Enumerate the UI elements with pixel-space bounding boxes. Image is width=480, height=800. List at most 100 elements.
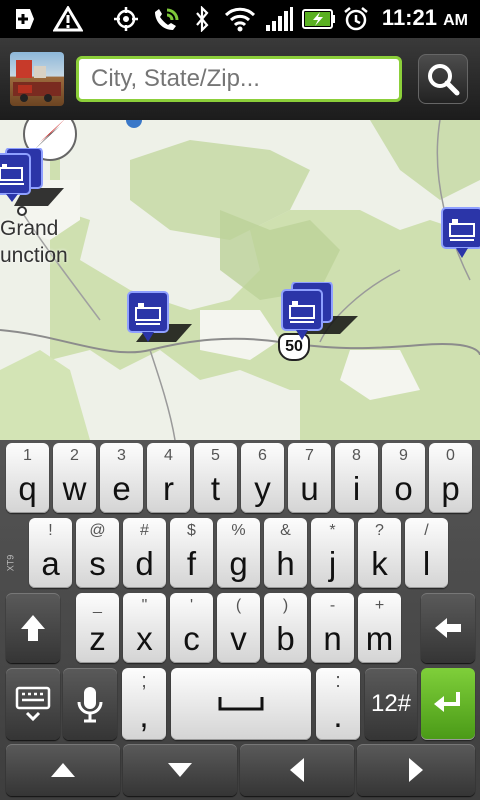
microphone-icon (77, 687, 103, 723)
key-f[interactable]: $ f (170, 518, 213, 588)
key-x[interactable]: " x (123, 593, 166, 663)
key-secondary-label: ! (48, 522, 53, 539)
key-secondary-label: ? (375, 522, 384, 539)
add-notification-icon (10, 6, 38, 32)
space-bar-icon (218, 697, 264, 711)
key-a[interactable]: ! a (29, 518, 72, 588)
key-s[interactable]: @ s (76, 518, 119, 588)
key-v[interactable]: (v (217, 593, 260, 663)
city-label-line2: unction (0, 244, 68, 267)
arrow-down-key[interactable] (123, 744, 237, 796)
key-i[interactable]: 8i (335, 443, 378, 513)
key-b[interactable]: ) b (264, 593, 307, 663)
arrow-up-key[interactable] (6, 744, 120, 796)
search-input[interactable] (76, 56, 402, 102)
map-view[interactable]: Grand unction 50 (0, 120, 480, 440)
app-logo[interactable] (10, 52, 64, 106)
gps-icon (112, 6, 140, 32)
key-primary-label: b (276, 620, 295, 657)
symbols-key[interactable]: 12# (365, 668, 417, 740)
backspace-key[interactable] (421, 593, 475, 663)
enter-icon (434, 692, 460, 712)
arrow-left-key[interactable] (240, 744, 354, 796)
key-c[interactable]: ' c (170, 593, 213, 663)
key-secondary-label: 8 (352, 447, 361, 464)
key-primary-label: p (441, 470, 460, 507)
comma-key[interactable]: ; , (122, 668, 166, 740)
key-primary-label: a (41, 545, 60, 582)
key-primary-label: t (210, 470, 221, 507)
voice-input-key[interactable] (63, 668, 117, 740)
key-secondary-label: 4 (164, 447, 173, 464)
key-secondary-label: + (374, 597, 385, 614)
key-primary-label: n (323, 620, 342, 657)
key-secondary-label: 6 (258, 447, 267, 464)
key-primary-label: s (89, 545, 106, 582)
key-n[interactable]: -n (311, 593, 354, 663)
signal-icon (264, 6, 294, 32)
arrow-right-icon (409, 758, 423, 782)
key-primary-label: d (135, 545, 154, 582)
key-secondary-label: 7 (305, 447, 314, 464)
key-secondary-label: 9 (399, 447, 408, 464)
city-label-line1: Grand (0, 217, 59, 240)
key-secondary-label: # (140, 522, 149, 539)
key-primary-label: i (352, 470, 361, 507)
key-r[interactable]: 4r (147, 443, 190, 513)
enter-key[interactable] (421, 668, 475, 740)
key-p[interactable]: 0p (429, 443, 472, 513)
key-primary-label: g (229, 545, 248, 582)
key-secondary-label: 5 (211, 447, 220, 464)
key-h[interactable]: & h (264, 518, 307, 588)
battery-charging-icon (302, 6, 336, 32)
hotel-marker[interactable] (280, 281, 358, 340)
hotel-marker[interactable] (126, 290, 192, 342)
key-j[interactable]: * j (311, 518, 354, 588)
phone-sync-icon (150, 6, 182, 32)
period-key[interactable]: : . (316, 668, 360, 740)
key-e[interactable]: 3e (100, 443, 143, 513)
key-k[interactable]: ? k (358, 518, 401, 588)
key-t[interactable]: 5t (194, 443, 237, 513)
status-time: 11:21 AM (381, 5, 468, 30)
arrow-left-icon (290, 758, 304, 782)
key-primary-label: v (230, 620, 247, 657)
warning-icon (52, 6, 84, 32)
key-secondary-label: 2 (70, 447, 79, 464)
key-primary-label: z (89, 620, 106, 657)
key-q[interactable]: 1q (6, 443, 49, 513)
key-primary-label: o (394, 470, 413, 507)
space-key[interactable] (171, 668, 311, 740)
status-bar: 11:21 AM (0, 0, 480, 38)
key-g[interactable]: % g (217, 518, 260, 588)
key-y[interactable]: 6y (241, 443, 284, 513)
key-d[interactable]: # d (123, 518, 166, 588)
key-primary-label: f (186, 545, 197, 582)
key-primary-label: r (163, 470, 174, 507)
arrow-down-icon (168, 763, 192, 777)
search-button[interactable] (418, 54, 468, 104)
key-w[interactable]: 2w (53, 443, 96, 513)
key-secondary-label: * (329, 522, 336, 539)
shift-key[interactable] (6, 593, 60, 663)
key-u[interactable]: 7u (288, 443, 331, 513)
key-o[interactable]: 9o (382, 443, 425, 513)
key-l[interactable]: / l (405, 518, 448, 588)
key-secondary-label: ) (282, 597, 289, 614)
xt9-label: XT9 (5, 554, 16, 572)
key-primary-label: e (112, 470, 131, 507)
key-secondary-label: % (231, 522, 246, 539)
keyboard-hide-icon (15, 686, 51, 722)
hotel-marker[interactable] (440, 206, 480, 258)
bluetooth-icon (192, 6, 212, 32)
key-secondary-label: / (424, 522, 429, 539)
arrow-right-key[interactable] (357, 744, 475, 796)
keyboard-settings-key[interactable] (6, 668, 60, 740)
key-z[interactable]: _ z (76, 593, 119, 663)
key-primary-label: c (183, 620, 200, 657)
key-secondary-label: ( (235, 597, 242, 614)
key-primary-label: h (276, 545, 295, 582)
key-secondary-label: 0 (446, 447, 455, 464)
hotel-marker[interactable] (0, 147, 64, 206)
key-m[interactable]: + m (358, 593, 401, 663)
